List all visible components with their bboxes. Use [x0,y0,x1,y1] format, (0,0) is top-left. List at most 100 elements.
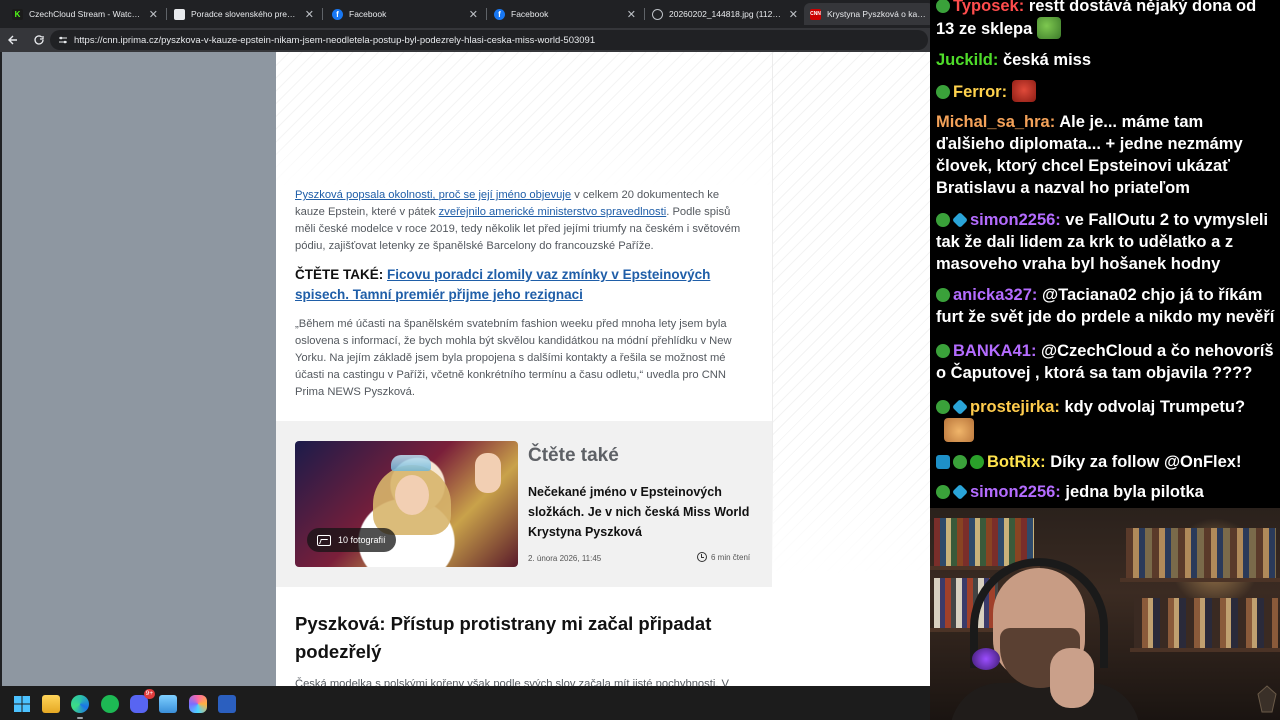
books-right [1126,528,1276,578]
related-article-card[interactable]: 10 fotografií Čtěte také Nečekané jméno … [276,421,772,587]
tab-title: Facebook [349,9,387,19]
address-bar[interactable]: https://cnn.iprima.cz/pyszkova-v-kauze-e… [50,30,928,50]
teaser-date: 2. února 2026, 11:45 [528,554,602,563]
chat-username[interactable]: BANKA41 [953,342,1031,360]
tab-strip: K CzechCloud Stream - Watch Live o ✕ Por… [0,0,930,28]
chat-message: BANKA41: @CzechCloud a čo nehovoríš o Ča… [936,340,1276,384]
tab-image-jpg[interactable]: 20260202_144818.jpg (1123×1034 ✕ [646,3,804,25]
chat-username[interactable]: simon2256 [970,483,1055,501]
article-paragraph: Pyszková popsala okolnosti, proč se její… [295,187,751,255]
chat-text: česká miss [1002,51,1092,69]
site-info-icon[interactable] [58,35,68,45]
chat-username[interactable]: simon2256 [970,211,1055,229]
tab-czechcloud-stream[interactable]: K CzechCloud Stream - Watch Live o ✕ [6,3,164,25]
close-tab-icon[interactable]: ✕ [789,8,798,21]
chat-message: Juckild: česká miss [936,49,1276,71]
chat-message: prostejirka: kdy odvolaj Trumpetu? [936,396,1276,443]
chat-colon: : [1001,83,1008,101]
active-indicator [77,717,83,719]
books-right-lower [1134,598,1278,648]
section-heading: Pyszková: Přístup protistrany mi začal p… [295,613,712,662]
right-fade [772,442,930,686]
subscriber-badge-icon [936,213,950,227]
verified-badge-icon [970,455,984,469]
gallery-badge[interactable]: 10 fotografií [307,528,396,552]
crown-shape [391,455,431,471]
bookshelf [1120,578,1280,582]
chat-username[interactable]: prostejirka [970,398,1054,416]
windows-start-icon[interactable] [13,695,31,713]
chat-username[interactable]: Typosek [953,0,1019,15]
url-text[interactable]: https://cnn.iprima.cz/pyszkova-v-kauze-e… [74,35,595,46]
close-tab-icon[interactable]: ✕ [305,8,314,21]
teaser-photo[interactable]: 10 fotografií [295,441,518,567]
spotify-icon[interactable] [101,695,119,713]
article-paragraph: Česká modelka s polskými kořeny však pod… [295,678,730,686]
left-page-margin [0,52,276,686]
tab-separator [644,8,645,20]
person-body [950,683,1140,720]
chat-username[interactable]: Michal_sa_hra [936,113,1050,131]
chat-text: jedna byla pilotka [1065,483,1204,501]
page-viewport: Pyszková popsala okolnosti, proč se její… [0,52,930,686]
tab-title: 20260202_144818.jpg (1123×1034 [669,9,783,19]
reload-icon [34,35,44,45]
teaser-heading: Čtěte také [528,445,619,466]
chat-colon: : [992,51,999,69]
page-icon [174,8,185,20]
facebook-icon: f [332,8,343,20]
teaser-title[interactable]: Nečekané jméno v Epsteinových složkách. … [528,482,754,542]
edge-icon[interactable] [71,695,89,713]
stream-chat: Typosek: restt dostává nějaký dona od 13… [930,0,1280,508]
chat-colon: : [1049,113,1056,131]
read-also-box: ČTĚTE TAKÉ: Ficovu poradci zlomily vaz z… [295,265,751,305]
chat-text: kdy odvolaj Trumpetu? [1064,398,1246,416]
close-tab-icon[interactable]: ✕ [149,8,158,21]
angry-emote-icon [1011,80,1036,102]
article-link[interactable]: zveřejnilo americké ministerstvo spraved… [439,206,667,218]
ad-fade [276,132,772,187]
article-link[interactable]: Pyszková popsala okolnosti, proč se její… [295,189,571,201]
read-time-text: 6 min čtení [711,552,751,562]
chat-colon: : [1018,0,1025,15]
chat-username[interactable]: Juckild [936,51,993,69]
clock-icon [697,552,707,562]
frog-emote-icon [1036,17,1061,39]
tab-title: Poradce slovenského premiéra Laj [191,9,299,19]
notepad-icon[interactable] [159,695,177,713]
tab-cnn-pyszkova[interactable]: CNN Krystyna Pyszková o kauze Ep [804,3,930,25]
scroll-edge [0,52,2,686]
chat-colon: : [1055,211,1061,229]
chat-username[interactable]: anicka327 [953,286,1032,304]
close-tab-icon[interactable]: ✕ [469,8,478,21]
chat-colon: : [1055,483,1061,501]
tab-separator [486,8,487,20]
word-icon[interactable] [218,695,236,713]
chat-username[interactable]: BotRix [987,453,1040,471]
windows-taskbar: 9+ [0,686,930,720]
channel-logo-icon [1257,685,1277,713]
back-arrow-icon [8,35,17,45]
back-button[interactable] [0,28,26,52]
tab-poradce[interactable]: Poradce slovenského premiéra Laj ✕ [168,3,320,25]
reload-button[interactable] [26,28,52,52]
close-tab-icon[interactable]: ✕ [627,8,636,21]
gem-badge-icon [952,212,968,228]
discord-icon[interactable]: 9+ [130,689,155,713]
tab-facebook-2[interactable]: f Facebook ✕ [488,3,642,25]
chat-username[interactable]: Ferror [953,83,1002,101]
gem-badge-icon [952,484,968,500]
tab-separator [166,8,167,20]
file-explorer-icon[interactable] [42,695,60,713]
tab-title: Facebook [511,9,549,19]
subscriber-badge-icon [936,0,950,13]
copilot-icon[interactable] [189,695,207,713]
subscriber-badge-icon [936,400,950,414]
tab-facebook-1[interactable]: f Facebook ✕ [326,3,484,25]
subscriber-badge-icon [936,85,950,99]
chat-message: Ferror: [936,80,1276,103]
chat-colon: : [1040,453,1046,471]
browser-window: K CzechCloud Stream - Watch Live o ✕ Por… [0,0,930,686]
photo-hand [475,453,501,493]
gallery-icon [317,534,331,546]
